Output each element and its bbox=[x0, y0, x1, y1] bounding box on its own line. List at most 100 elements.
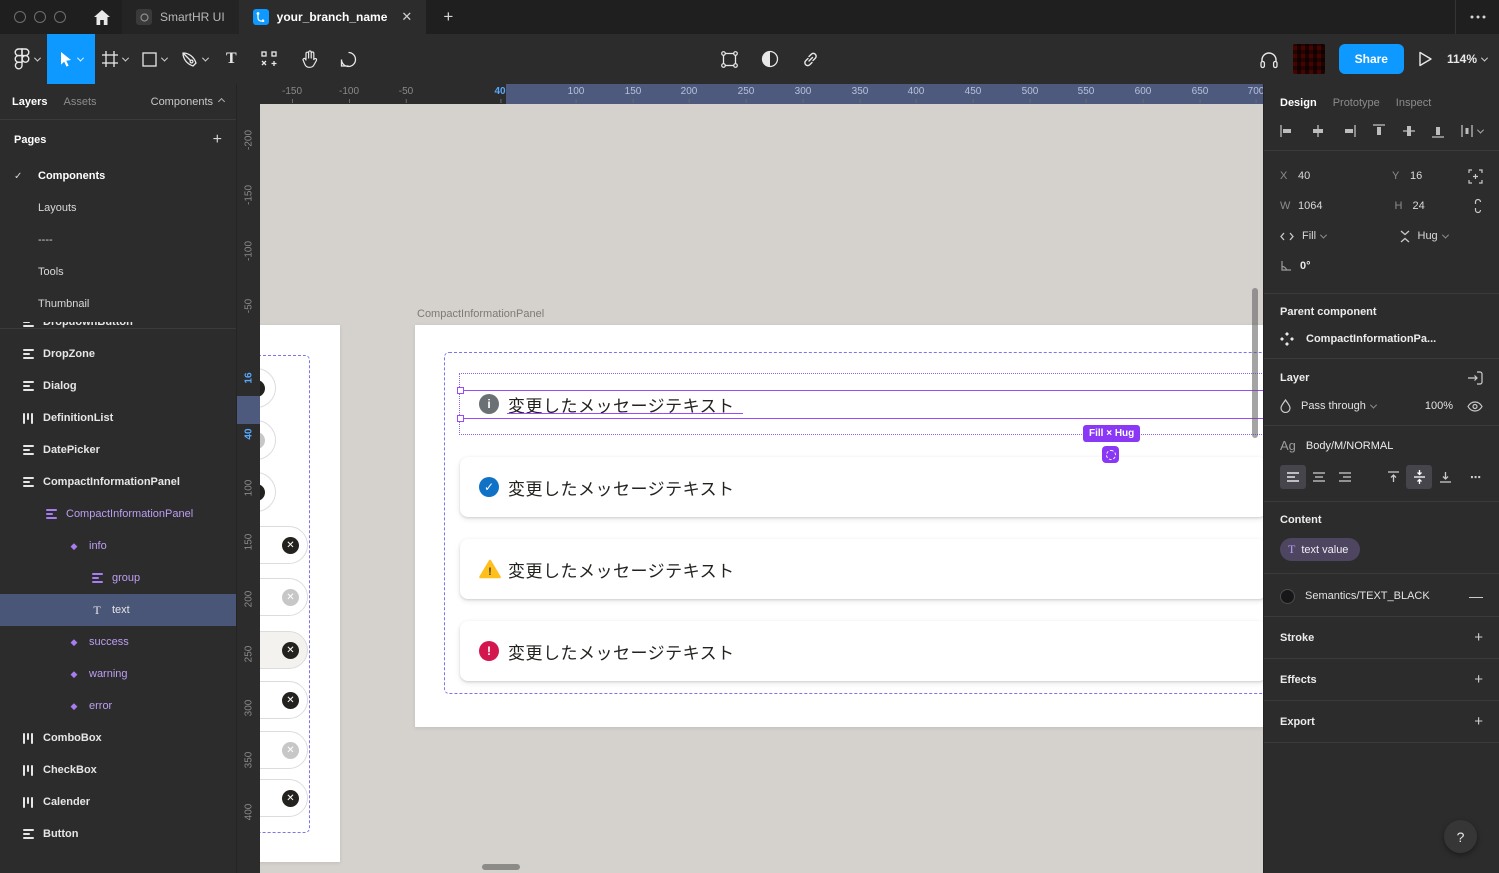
layer-item-combobox[interactable]: ComboBox bbox=[0, 722, 236, 754]
align-bottom-icon[interactable] bbox=[1432, 124, 1444, 138]
add-page-button[interactable]: + bbox=[213, 131, 222, 149]
tab-layers[interactable]: Layers bbox=[12, 96, 47, 108]
help-button[interactable]: ? bbox=[1444, 820, 1477, 853]
close-button-variant[interactable]: ✕ bbox=[260, 578, 308, 616]
add-export-button[interactable]: + bbox=[1474, 713, 1483, 730]
variant-card-success[interactable]: ✓変更したメッセージテキスト bbox=[460, 457, 1263, 517]
add-effect-button[interactable]: + bbox=[1474, 671, 1483, 688]
add-stroke-button[interactable]: + bbox=[1474, 629, 1483, 646]
layer-item-dropdownbutton[interactable]: DropdownButton bbox=[0, 322, 236, 338]
shape-tool-button[interactable] bbox=[135, 34, 174, 84]
layer-item-calender[interactable]: Calender bbox=[0, 786, 236, 818]
visibility-eye-icon[interactable] bbox=[1467, 401, 1483, 412]
minimize-window-icon[interactable] bbox=[34, 11, 46, 23]
height-input[interactable]: 24 bbox=[1413, 200, 1425, 212]
opacity-input[interactable]: 100% bbox=[1425, 400, 1453, 412]
canvas[interactable]: ✕✕✕✕✕✕✕✕✕ CompactInformationPanel i変更したメ… bbox=[260, 104, 1263, 873]
parent-component-item[interactable]: CompactInformationPa... bbox=[1280, 332, 1483, 346]
move-tool-button[interactable] bbox=[47, 34, 95, 84]
close-button-variant[interactable]: ✕ bbox=[260, 526, 308, 564]
page-selector[interactable]: Components bbox=[151, 96, 224, 108]
align-right-icon[interactable] bbox=[1342, 125, 1356, 137]
align-h-center-icon[interactable] bbox=[1311, 125, 1325, 137]
close-button-variant[interactable]: ✕ bbox=[260, 681, 308, 719]
tab-your-branch[interactable]: your_branch_name ✕ bbox=[239, 0, 427, 34]
variant-card-warning[interactable]: !変更したメッセージテキスト bbox=[460, 539, 1263, 599]
text-valign-bottom-button[interactable] bbox=[1432, 465, 1458, 489]
page-item-components[interactable]: ✓Components bbox=[0, 160, 236, 192]
hand-tool-button[interactable] bbox=[294, 34, 325, 84]
constrain-proportions-icon[interactable] bbox=[1473, 198, 1483, 214]
horizontal-scrollbar[interactable] bbox=[482, 864, 520, 870]
text-align-right-button[interactable] bbox=[1332, 465, 1358, 489]
layer-overflow-button[interactable] bbox=[1467, 371, 1483, 385]
close-window-icon[interactable] bbox=[14, 11, 26, 23]
page-item-tools[interactable]: Tools bbox=[0, 256, 236, 288]
layer-item-compactinformationpanel[interactable]: CompactInformationPanel bbox=[0, 466, 236, 498]
horizontal-resizing-select[interactable]: Fill bbox=[1280, 230, 1364, 242]
close-button-variant[interactable]: ✕ bbox=[260, 731, 308, 769]
blend-mode-select[interactable]: Pass through bbox=[1280, 399, 1376, 413]
color-swatch[interactable] bbox=[1280, 589, 1295, 604]
zoom-level-select[interactable]: 114% bbox=[1447, 52, 1487, 66]
tab-design[interactable]: Design bbox=[1280, 97, 1317, 109]
fill-style-row[interactable]: Semantics/TEXT_BLACK — bbox=[1280, 588, 1483, 604]
width-input[interactable]: 1064 bbox=[1298, 200, 1322, 212]
align-v-center-icon[interactable] bbox=[1403, 124, 1415, 138]
user-avatar[interactable] bbox=[1293, 44, 1325, 74]
layer-item-info[interactable]: ◆info bbox=[0, 530, 236, 562]
vertical-scrollbar[interactable] bbox=[1252, 288, 1258, 438]
align-left-icon[interactable] bbox=[1280, 125, 1294, 137]
window-controls[interactable] bbox=[0, 0, 82, 34]
variant-card-info[interactable]: i変更したメッセージテキスト bbox=[460, 374, 1263, 434]
layer-item-compactinformationpanel[interactable]: CompactInformationPanel bbox=[0, 498, 236, 530]
text-style-name[interactable]: Body/M/NORMAL bbox=[1306, 440, 1393, 452]
tab-assets[interactable]: Assets bbox=[63, 96, 96, 108]
more-options-button[interactable] bbox=[1455, 0, 1499, 34]
page-item-layouts[interactable]: Layouts bbox=[0, 192, 236, 224]
text-align-left-button[interactable] bbox=[1280, 465, 1306, 489]
page-item-thumbnail[interactable]: Thumbnail bbox=[0, 288, 236, 320]
remove-fill-button[interactable]: — bbox=[1469, 588, 1483, 604]
home-button[interactable] bbox=[82, 0, 122, 34]
layer-item-dropzone[interactable]: DropZone bbox=[0, 338, 236, 370]
auto-layout-handle-icon[interactable] bbox=[1102, 446, 1119, 463]
x-input[interactable]: 40 bbox=[1298, 170, 1310, 182]
layer-item-dialog[interactable]: Dialog bbox=[0, 370, 236, 402]
page-item--[interactable]: ---- bbox=[0, 224, 236, 256]
comment-tool-button[interactable] bbox=[333, 34, 364, 84]
text-valign-middle-button[interactable] bbox=[1406, 465, 1432, 489]
selection-handle[interactable] bbox=[457, 387, 464, 394]
edit-object-icon[interactable] bbox=[720, 50, 739, 69]
close-button-variant[interactable]: ✕ bbox=[260, 779, 308, 817]
layer-item-checkbox[interactable]: CheckBox bbox=[0, 754, 236, 786]
layer-item-definitionlist[interactable]: DefinitionList bbox=[0, 402, 236, 434]
frame-target-icon[interactable] bbox=[1468, 169, 1483, 184]
new-tab-button[interactable]: + bbox=[426, 0, 470, 34]
text-tool-button[interactable]: T bbox=[219, 34, 244, 84]
tab-prototype[interactable]: Prototype bbox=[1333, 97, 1380, 109]
audio-headphones-button[interactable] bbox=[1259, 50, 1279, 69]
maximize-window-icon[interactable] bbox=[54, 11, 66, 23]
pen-tool-button[interactable] bbox=[174, 34, 215, 84]
actions-tool-button[interactable] bbox=[254, 34, 284, 84]
y-input[interactable]: 16 bbox=[1410, 170, 1422, 182]
vertical-resizing-select[interactable]: Hug bbox=[1400, 230, 1484, 243]
align-top-icon[interactable] bbox=[1373, 124, 1385, 138]
layer-item-button[interactable]: Button bbox=[0, 818, 236, 850]
main-menu-button[interactable] bbox=[0, 34, 47, 84]
layer-item-text[interactable]: Ttext bbox=[0, 594, 236, 626]
tab-inspect[interactable]: Inspect bbox=[1396, 97, 1431, 109]
variant-card-error[interactable]: !変更したメッセージテキスト bbox=[460, 621, 1263, 681]
text-valign-top-button[interactable] bbox=[1380, 465, 1406, 489]
mask-icon[interactable] bbox=[761, 50, 779, 68]
frame-tool-button[interactable] bbox=[95, 34, 135, 84]
layer-item-error[interactable]: ◆error bbox=[0, 690, 236, 722]
close-button-variant[interactable]: ✕ bbox=[260, 631, 308, 669]
content-value-chip[interactable]: T text value bbox=[1280, 538, 1360, 561]
tab-smarthr-ui[interactable]: SmartHR UI bbox=[122, 0, 239, 34]
layer-item-datepicker[interactable]: DatePicker bbox=[0, 434, 236, 466]
frame-title[interactable]: CompactInformationPanel bbox=[417, 308, 544, 320]
compact-information-panel-frame[interactable]: i変更したメッセージテキスト ✓変更したメッセージテキスト !変更したメッセージテキ… bbox=[415, 325, 1263, 727]
layer-item-success[interactable]: ◆success bbox=[0, 626, 236, 658]
